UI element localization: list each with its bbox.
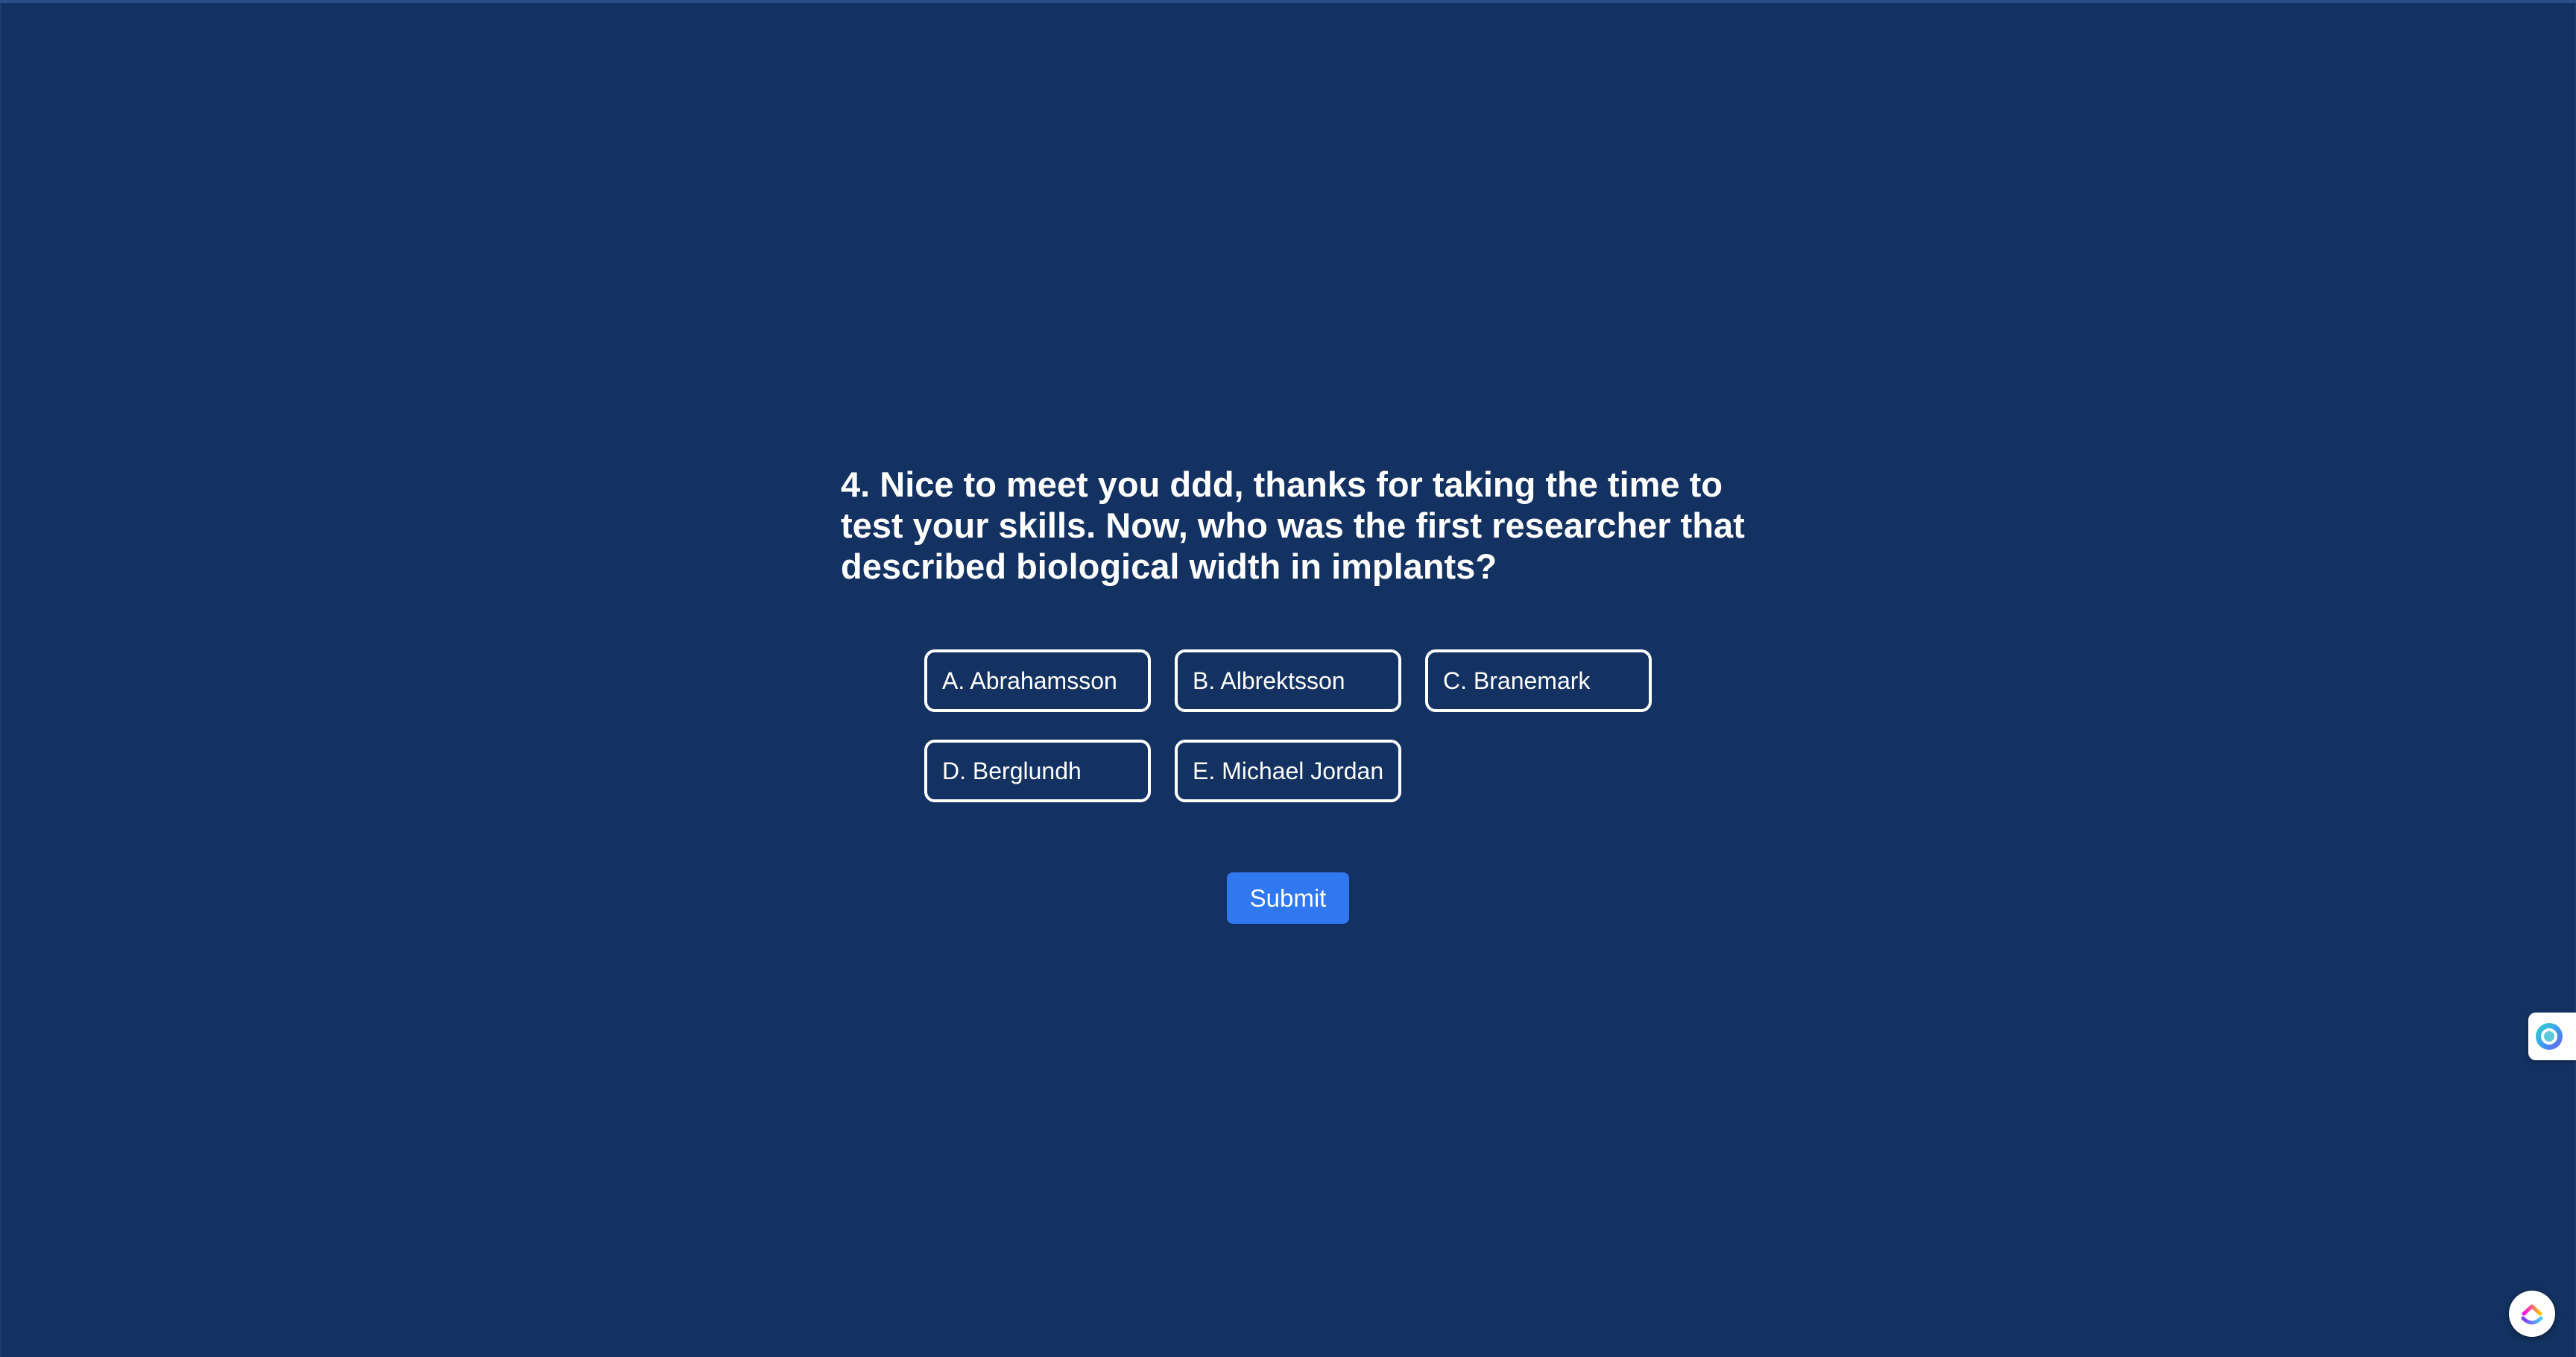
clickup-launcher-button[interactable] <box>2509 1291 2555 1337</box>
question-text: 4. Nice to meet you ddd, thanks for taki… <box>841 465 1745 586</box>
option-e-button[interactable]: E. Michael Jordan <box>1175 740 1401 802</box>
submit-button[interactable]: Submit <box>1227 872 1349 924</box>
quiz-card: 4. Nice to meet you ddd, thanks for taki… <box>841 464 1750 802</box>
side-assistant-widget[interactable] <box>2528 1013 2576 1060</box>
quiz-page: { "question": { "text": "4. Nice to meet… <box>0 0 2576 1357</box>
option-a-button[interactable]: A. Abrahamsson <box>924 649 1151 712</box>
option-d-button[interactable]: D. Berglundh <box>924 740 1151 802</box>
clickup-logo-icon <box>2521 1304 2543 1325</box>
option-c-button[interactable]: C. Branemark <box>1425 649 1652 712</box>
assistant-orb-icon <box>2536 1023 2563 1050</box>
option-b-button[interactable]: B. Albrektsson <box>1175 649 1401 712</box>
